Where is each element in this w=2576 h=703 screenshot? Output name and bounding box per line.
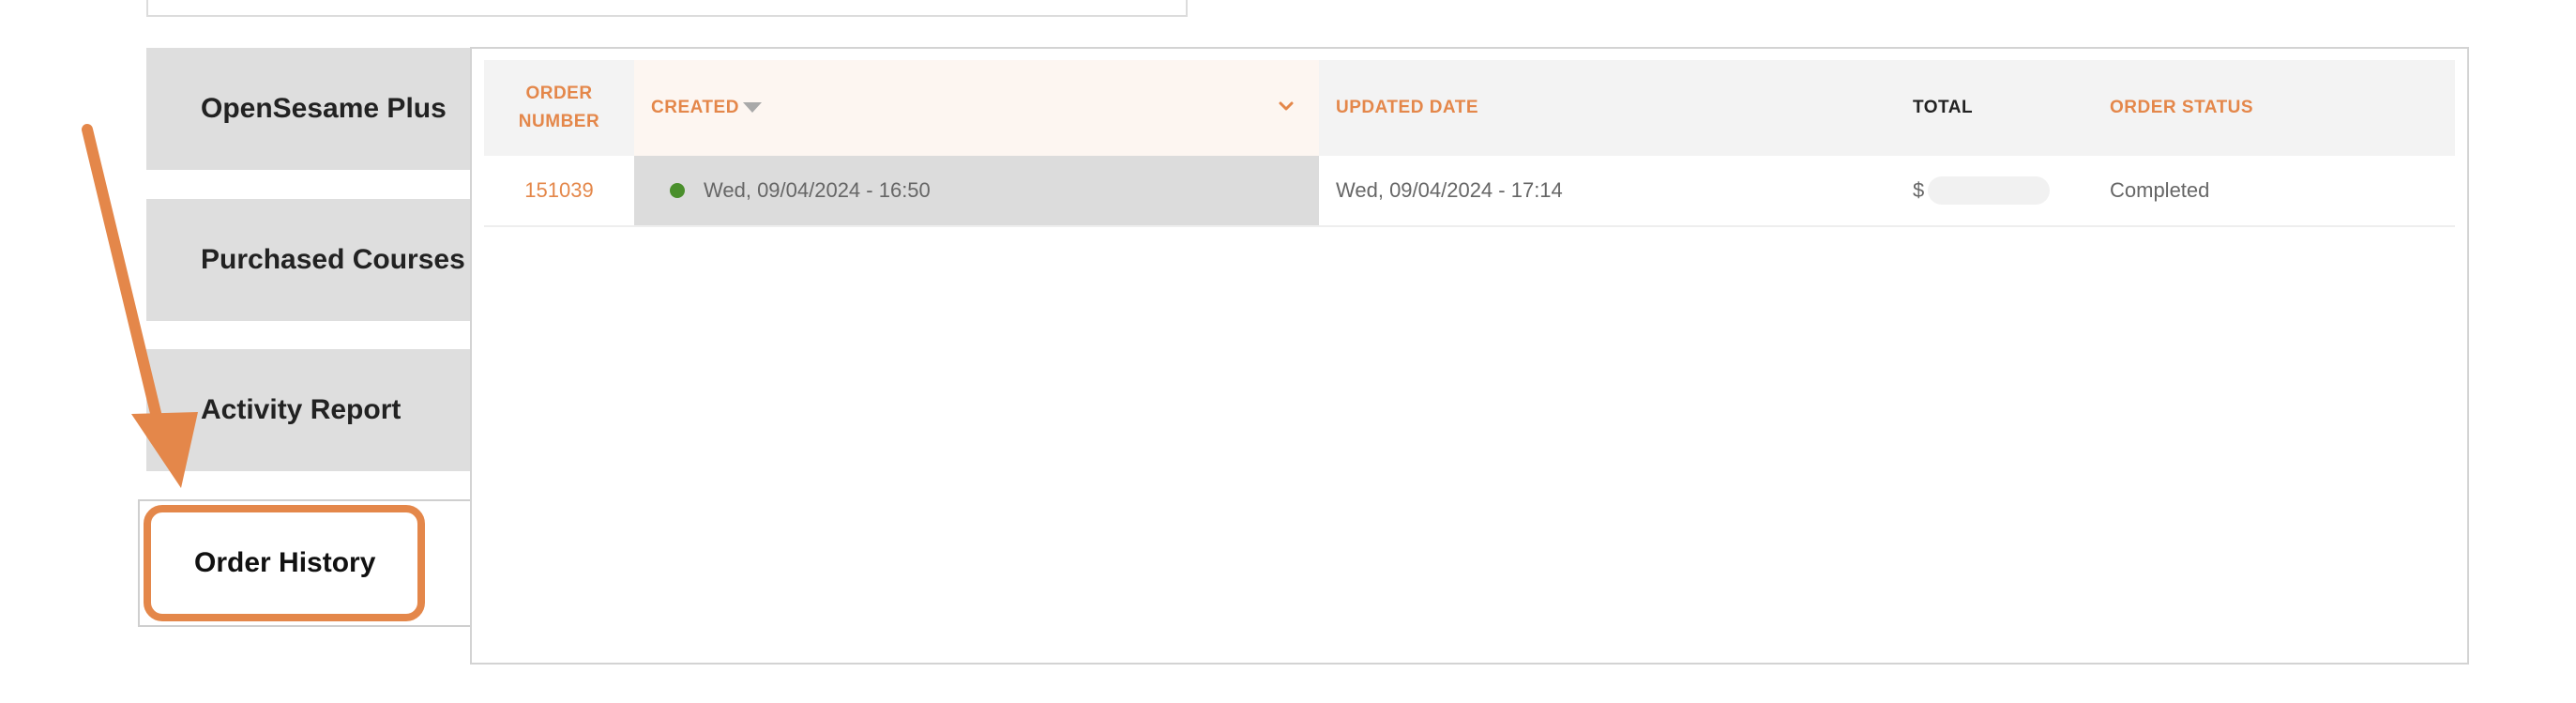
table-row: 151039 Wed, 09/04/2024 - 16:50 Wed, 09/0…: [484, 156, 2455, 227]
sidebar-item-order-history[interactable]: Order History: [144, 505, 425, 621]
sidebar-item-purchased-courses[interactable]: Purchased Courses: [146, 199, 473, 321]
currency-symbol: $: [1913, 178, 1925, 202]
column-header-order-number[interactable]: ORDER NUMBER: [484, 60, 634, 156]
updated-cell: Wed, 09/04/2024 - 17:14: [1319, 156, 1896, 225]
sidebar-item-label: Purchased Courses: [201, 244, 465, 275]
sidebar-item-label: Order History: [194, 547, 376, 578]
sort-descending-icon: [742, 101, 762, 113]
sidebar-item-opensesame-plus[interactable]: OpenSesame Plus: [146, 48, 473, 170]
status-dot-icon: [670, 183, 685, 198]
redacted-amount: [1928, 176, 2051, 205]
column-header-created[interactable]: CREATED: [634, 60, 1319, 156]
sidebar-item-activity-report[interactable]: Activity Report: [146, 349, 473, 471]
created-cell: Wed, 09/04/2024 - 16:50: [634, 156, 1319, 225]
sidebar-item-label: Activity Report: [201, 394, 402, 425]
column-header-label: UPDATED DATE: [1336, 98, 1479, 117]
created-date: Wed, 09/04/2024 - 16:50: [704, 178, 931, 202]
order-number-text: 151039: [524, 178, 594, 202]
total-cell: $: [1896, 156, 2093, 225]
column-header-label: TOTAL: [1913, 98, 1974, 117]
column-header-updated-date[interactable]: UPDATED DATE: [1319, 60, 1896, 156]
chevron-down-icon[interactable]: [1278, 98, 1295, 115]
column-header-label: CREATED: [651, 98, 739, 117]
column-header-label: ORDER STATUS: [2110, 98, 2254, 117]
column-header-label: ORDER NUMBER: [518, 84, 600, 131]
column-header-total: TOTAL: [1896, 60, 2093, 156]
sidebar-item-label: OpenSesame Plus: [201, 93, 447, 124]
updated-date: Wed, 09/04/2024 - 17:14: [1336, 178, 1563, 202]
status-cell: Completed: [2093, 156, 2455, 225]
column-header-order-status[interactable]: ORDER STATUS: [2093, 60, 2455, 156]
order-status: Completed: [2110, 178, 2210, 202]
table-header: ORDER NUMBER CREATED UPDATED DATE TOTAL …: [484, 60, 2455, 156]
top-container-edge: [146, 0, 1188, 17]
order-number-link[interactable]: 151039: [484, 156, 634, 225]
